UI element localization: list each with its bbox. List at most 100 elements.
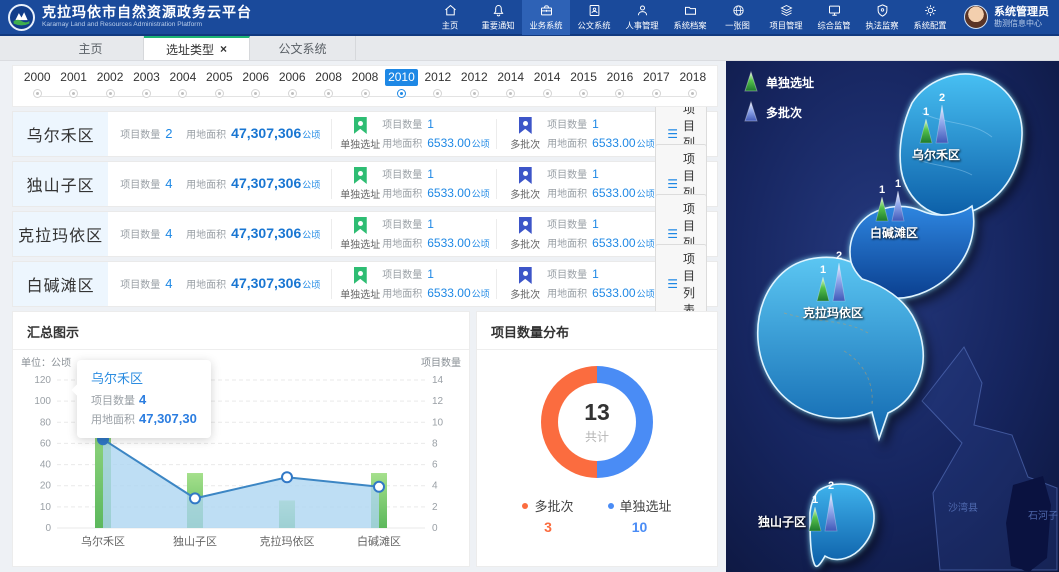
user-avatar (964, 5, 988, 29)
year-2004[interactable]: 2004 (165, 69, 201, 98)
year-2012[interactable]: 2012 (456, 69, 492, 98)
district-name: 乌尔禾区 (13, 112, 108, 156)
donut-total: 13 (584, 399, 610, 426)
line-point-白碱滩区[interactable] (374, 482, 384, 492)
district-list: 乌尔禾区 项目数量2 用地面积47,307,306公顷 单独选址 项目数量1 用… (12, 111, 718, 307)
year-2014[interactable]: 2014 (529, 69, 565, 98)
year-2016[interactable]: 2016 (602, 69, 638, 98)
year-dot[interactable] (324, 89, 333, 98)
list-icon: ☰ (667, 127, 678, 141)
user-name: 系统管理员 (994, 6, 1049, 19)
svg-text:1: 1 (812, 494, 818, 506)
year-dot[interactable] (251, 89, 260, 98)
nav-item-home[interactable]: 主页 (426, 0, 474, 35)
year-2015[interactable]: 2015 (565, 69, 601, 98)
year-dot[interactable] (470, 89, 479, 98)
tab-close-icon[interactable]: × (220, 42, 227, 56)
year-dot[interactable] (506, 89, 515, 98)
year-dot[interactable] (106, 89, 115, 98)
district-land-area: 用地面积47,307,306公顷 (186, 225, 325, 243)
district-project-count: 项目数量2 (108, 125, 186, 143)
year-2001[interactable]: 2001 (55, 69, 91, 98)
svg-text:80: 80 (40, 417, 52, 428)
year-dot[interactable] (142, 89, 151, 98)
user-department: 勘测信息中心 (994, 19, 1049, 28)
divider (331, 269, 332, 299)
donut-legend-多批次[interactable]: 多批次3 (522, 496, 573, 535)
year-2003[interactable]: 2003 (128, 69, 164, 98)
year-dot[interactable] (361, 89, 370, 98)
year-2018[interactable]: 2018 (675, 69, 711, 98)
shield-icon (875, 3, 890, 18)
nav-item-monitor[interactable]: 综合监管 (810, 0, 858, 35)
nav-item-layers[interactable]: 项目管理 (762, 0, 810, 35)
x-label: 克拉玛依区 (260, 534, 315, 548)
nav-item-shield[interactable]: 执法监察 (858, 0, 906, 35)
nav-label: 一张图 (726, 19, 751, 31)
map-panel[interactable]: 沙湾县石河子 单独选址多批次 12乌尔禾区11白碱滩区12克拉玛依区12独山子区 (726, 61, 1059, 572)
svg-text:0: 0 (45, 523, 51, 534)
year-2006[interactable]: 2006 (238, 69, 274, 98)
nav-item-gear[interactable]: 系统配置 (906, 0, 954, 35)
tab-label: 选址类型 (166, 41, 214, 58)
year-2008[interactable]: 2008 (310, 69, 346, 98)
tab-选址类型[interactable]: 选址类型 × (144, 36, 250, 60)
year-2000[interactable]: 2000 (19, 69, 55, 98)
line-point-克拉玛依区[interactable] (282, 472, 292, 482)
x-label: 乌尔禾区 (81, 534, 125, 548)
nav-label: 主页 (442, 19, 459, 31)
tab-label: 主页 (78, 40, 102, 57)
year-dot[interactable] (615, 89, 624, 98)
nav-item-person[interactable]: 人事管理 (618, 0, 666, 35)
line-point-独山子区[interactable] (190, 493, 200, 503)
year-dot[interactable] (652, 89, 661, 98)
year-2017[interactable]: 2017 (638, 69, 674, 98)
line-area (103, 439, 379, 528)
year-dot[interactable] (33, 89, 42, 98)
year-dot[interactable] (433, 89, 442, 98)
user-info[interactable]: 系统管理员 勘测信息中心 (964, 5, 1049, 29)
tab-label: 公文系统 (278, 40, 326, 57)
multi-batch-stats: 项目数量1 用地面积6533.00公顷 (547, 165, 655, 203)
tab-主页[interactable]: 主页 (38, 36, 144, 60)
tooltip-title: 乌尔禾区 (91, 368, 197, 387)
year-2010[interactable]: 2010 (383, 69, 419, 98)
year-2006[interactable]: 2006 (274, 69, 310, 98)
year-dot[interactable] (288, 89, 297, 98)
year-2005[interactable]: 2005 (201, 69, 237, 98)
year-dot[interactable] (178, 89, 187, 98)
year-dot[interactable] (688, 89, 697, 98)
globe-icon (731, 3, 746, 18)
svg-text:40: 40 (40, 460, 52, 471)
tab-公文系统[interactable]: 公文系统 (250, 36, 356, 60)
neighbor-label: 石河子 (1028, 510, 1058, 522)
nav-item-folder[interactable]: 系统档案 (666, 0, 714, 35)
svg-text:2: 2 (836, 250, 842, 262)
donut-legend-单独选址[interactable]: 单独选址10 (608, 496, 672, 535)
year-2002[interactable]: 2002 (92, 69, 128, 98)
multi-batch-ribbon-icon (519, 117, 532, 134)
gear-icon (923, 3, 938, 18)
year-2012[interactable]: 2012 (420, 69, 456, 98)
nav-item-bell[interactable]: 重要通知 (474, 0, 522, 35)
year-2008[interactable]: 2008 (347, 69, 383, 98)
x-label: 独山子区 (173, 535, 217, 548)
year-dot[interactable] (215, 89, 224, 98)
svg-text:10: 10 (432, 417, 444, 428)
svg-text:2: 2 (828, 480, 834, 492)
monitor-icon (827, 3, 842, 18)
nav-item-document[interactable]: 公文系统 (570, 0, 618, 35)
multi-batch-ribbon-icon (519, 167, 532, 184)
single-site-ribbon-icon (354, 117, 367, 134)
nav-item-briefcase[interactable]: 业务系统 (522, 0, 570, 35)
year-dot[interactable] (397, 89, 406, 98)
year-dot[interactable] (579, 89, 588, 98)
svg-text:8: 8 (432, 438, 438, 449)
map-district-label: 乌尔禾区 (912, 147, 960, 162)
district-row: 乌尔禾区 项目数量2 用地面积47,307,306公顷 单独选址 项目数量1 用… (12, 111, 718, 157)
year-2014[interactable]: 2014 (492, 69, 528, 98)
nav-item-globe[interactable]: 一张图 (714, 0, 762, 35)
year-dot[interactable] (69, 89, 78, 98)
year-dot[interactable] (543, 89, 552, 98)
tooltip-row: 用地面积47,307,30 (91, 410, 197, 429)
